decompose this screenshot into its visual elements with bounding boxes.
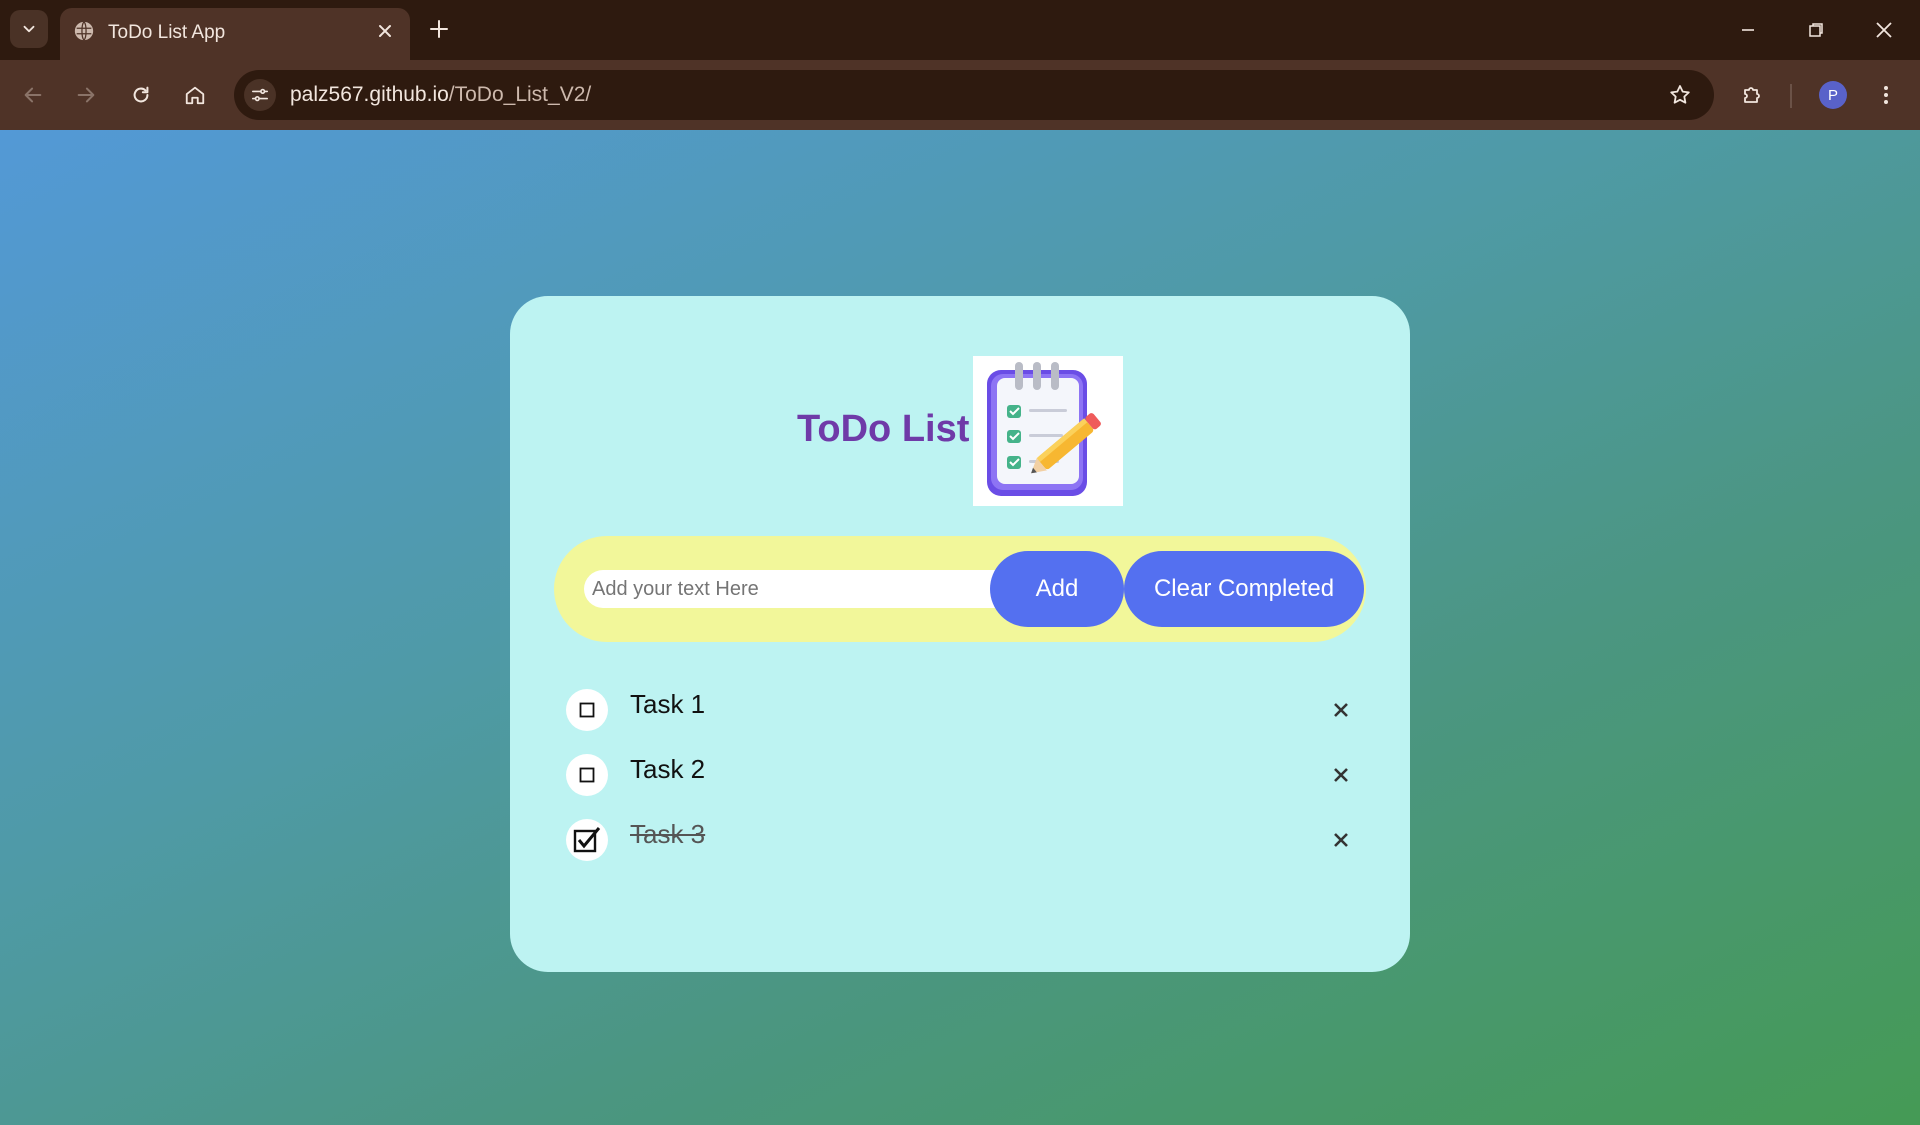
reload-icon	[133, 86, 149, 103]
arrow-right-icon	[77, 87, 95, 103]
back-button[interactable]	[13, 75, 53, 115]
checkbox-checked-icon	[573, 827, 601, 853]
tab-title: ToDo List App	[108, 22, 226, 43]
more-vert-icon	[1884, 86, 1888, 104]
task-item: Task 1	[566, 681, 1356, 746]
task-item: Task 3	[566, 811, 1356, 876]
page-title: ToDo List	[797, 408, 970, 450]
chevron-down-icon	[23, 25, 35, 33]
task-checkbox[interactable]	[566, 689, 608, 731]
tab-close-button[interactable]	[372, 18, 398, 44]
profile-avatar[interactable]: P	[1819, 81, 1847, 109]
browser-toolbar: palz567.github.io/ToDo_List_V2/ P	[0, 60, 1920, 130]
plus-icon	[430, 20, 448, 38]
home-button[interactable]	[175, 75, 215, 115]
url-host: palz567.github.io	[290, 83, 449, 106]
close-icon	[1334, 768, 1348, 782]
menu-button[interactable]	[1866, 75, 1906, 115]
task-item: Task 2	[566, 746, 1356, 811]
task-label: Task 2	[630, 754, 706, 784]
extensions-button[interactable]	[1733, 75, 1773, 115]
forward-button[interactable]	[66, 75, 106, 115]
site-info-button[interactable]	[244, 79, 276, 111]
new-tab-button[interactable]	[424, 14, 454, 44]
active-tab[interactable]: ToDo List App	[60, 8, 410, 60]
task-input[interactable]	[584, 570, 1000, 608]
close-icon	[379, 25, 391, 37]
tab-search-button[interactable]	[10, 10, 48, 48]
delete-task-button[interactable]	[1326, 760, 1356, 790]
url-path: /ToDo_List_V2/	[448, 83, 592, 106]
restore-button[interactable]	[1792, 8, 1840, 52]
bookmark-button[interactable]	[1666, 81, 1694, 109]
notepad-icon	[973, 356, 1123, 506]
close-icon	[1334, 833, 1348, 847]
close-icon	[1334, 703, 1348, 717]
delete-task-button[interactable]	[1326, 695, 1356, 725]
reload-button[interactable]	[121, 75, 161, 115]
minimize-button[interactable]	[1724, 8, 1772, 52]
page-viewport: ToDo List Add your text Here Add Clear C…	[0, 130, 1920, 1125]
checkbox-empty-icon	[579, 767, 595, 783]
clear-completed-button[interactable]: Clear Completed	[1124, 551, 1364, 627]
todo-card: ToDo List Add your text Here Add Clear C…	[510, 296, 1410, 972]
browser-tab-bar: ToDo List App	[0, 0, 1920, 60]
task-checkbox[interactable]	[566, 754, 608, 796]
task-label: Task 1	[630, 689, 706, 719]
close-icon	[1876, 22, 1892, 38]
address-bar[interactable]: palz567.github.io/ToDo_List_V2/	[234, 70, 1714, 120]
checkbox-empty-icon	[579, 702, 595, 718]
puzzle-icon	[1744, 87, 1760, 103]
task-list: Task 1 Task 2 Task 3	[566, 681, 1356, 876]
tune-icon	[251, 88, 269, 102]
task-label: Task 3	[630, 819, 706, 849]
restore-icon	[1809, 23, 1823, 37]
home-icon	[185, 86, 205, 105]
add-task-bar: Add Clear Completed	[554, 536, 1366, 642]
star-icon	[1670, 85, 1690, 104]
header: ToDo List	[510, 356, 1410, 506]
close-window-button[interactable]	[1860, 8, 1908, 52]
minimize-icon	[1742, 29, 1754, 31]
url-text: palz567.github.io/ToDo_List_V2/	[290, 83, 591, 107]
arrow-left-icon	[24, 87, 42, 103]
toolbar-divider	[1790, 84, 1792, 108]
task-checkbox[interactable]	[566, 819, 608, 861]
add-button[interactable]: Add	[990, 551, 1124, 627]
globe-icon	[74, 21, 94, 41]
delete-task-button[interactable]	[1326, 825, 1356, 855]
